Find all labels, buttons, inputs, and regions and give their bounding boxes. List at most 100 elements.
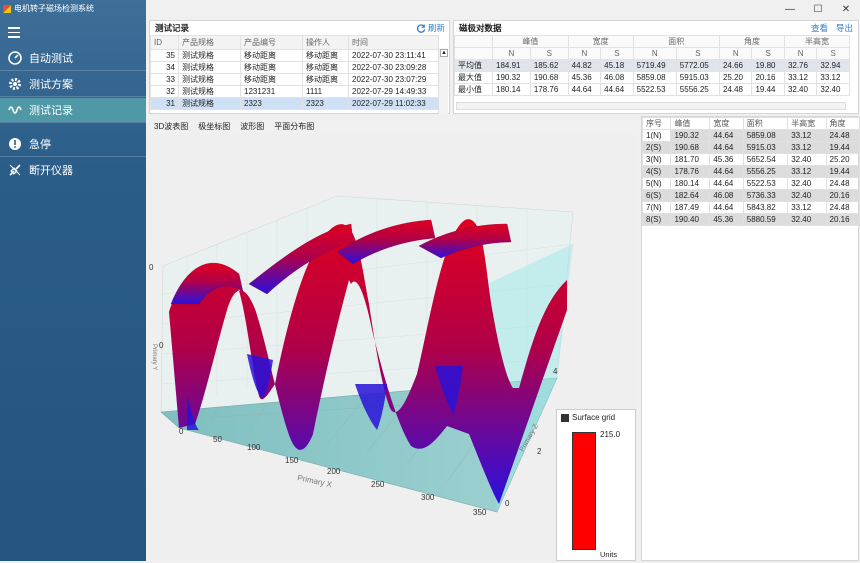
table-row[interactable]: 1(N) 190.32 44.64 5859.08 33.12 24.48 xyxy=(641,129,860,142)
table-row[interactable]: 33 测试规格 移动距离 移动距离 2022-07-30 23:07:29 xyxy=(150,73,439,86)
table-row-selected[interactable]: 31 测试规格 2323 2323 2022-07-29 11:02:33 xyxy=(150,97,439,110)
x-tick-label: 350 xyxy=(473,508,487,517)
extremes-title: 磁极对数据 xyxy=(459,23,502,33)
sidebar-item-emergency-stop[interactable]: 急停 xyxy=(0,132,146,156)
z-tick-label: 0 xyxy=(505,499,510,508)
extremes-hscrollbar[interactable] xyxy=(456,102,846,110)
sidebar-item-label: 断开仪器 xyxy=(29,165,73,177)
group-header: 面积 xyxy=(632,35,720,48)
refresh-button[interactable]: 刷新 xyxy=(416,22,449,34)
group-header: 角度 xyxy=(718,35,785,48)
table-row[interactable]: 8(S) 190.40 45.36 5880.59 32.40 20.16 xyxy=(641,213,860,226)
x-tick-label: 250 xyxy=(371,480,385,489)
x-tick-label: 300 xyxy=(421,493,435,502)
table-row[interactable]: 35 测试规格 移动距离 移动距离 2022-07-30 23:11:41 xyxy=(150,49,439,62)
table-row[interactable]: 最小值 180.14 178.76 44.64 44.64 5522.53 5556.… xyxy=(454,83,850,96)
view-button[interactable]: 查看 xyxy=(811,22,828,34)
y-tick-label: 0 xyxy=(149,263,154,272)
x-tick-label: 50 xyxy=(213,435,222,444)
legend-max-value: 215.0 xyxy=(600,430,621,439)
tab-polar[interactable]: 极坐标图 xyxy=(193,119,235,134)
records-scrollbar[interactable]: ▲ xyxy=(438,48,448,114)
table-row[interactable]: 7(N) 187.49 44.64 5843.82 33.12 24.48 xyxy=(641,201,860,214)
export-button[interactable]: 导出 xyxy=(836,22,853,34)
sidebar-item-label: 测试记录 xyxy=(29,105,73,117)
scroll-up-icon[interactable]: ▲ xyxy=(440,49,448,57)
col-header[interactable]: 半高宽 xyxy=(787,117,827,130)
table-row[interactable]: 平均值 184.91 185.62 44.82 45.18 5719.49 5772.… xyxy=(454,59,850,72)
col-header[interactable]: 峰值 xyxy=(670,117,711,130)
group-header: 峰值 xyxy=(492,35,569,48)
table-row[interactable]: 6(S) 182.64 46.08 5736.33 32.40 20.16 xyxy=(641,189,860,202)
x-tick-label: 150 xyxy=(285,456,299,465)
col-header[interactable]: 操作人 xyxy=(302,35,349,50)
app-title-text: 电机转子磁场检测系统 xyxy=(14,4,94,13)
col-header[interactable]: ID xyxy=(150,35,179,50)
subcol-header: N xyxy=(492,47,531,60)
menu-toggle-icon[interactable] xyxy=(8,27,20,41)
col-header[interactable]: 宽度 xyxy=(709,117,744,130)
refresh-icon xyxy=(416,23,426,33)
sidebar: 电机转子磁场检测系统 自动测试 测试方案 测试记录 急停 断开仪器 xyxy=(0,0,146,561)
pole-data-panel: 序号 峰值 宽度 面积 半高宽 角度 1(N) 190.32 44.64 5859.0… xyxy=(641,116,860,561)
sidebar-item-auto-test[interactable]: 自动测试 xyxy=(0,46,146,70)
legend-unit: Units xyxy=(600,550,618,559)
col-header[interactable]: 序号 xyxy=(641,117,672,130)
table-row[interactable]: 34 测试规格 移动距离 移动距离 2022-07-30 23:09:28 xyxy=(150,61,439,74)
group-header: 半高宽 xyxy=(783,35,851,48)
table-row[interactable]: 3(N) 181.70 45.36 5652.54 32.40 25.20 xyxy=(641,153,860,166)
subcol-header: N xyxy=(632,47,677,60)
col-header[interactable]: 产品编号 xyxy=(240,35,303,50)
legend-title: Surface grid xyxy=(572,413,616,422)
chart-tabs: 3D波表图 极坐标图 波形图 平面分布图 xyxy=(149,119,319,134)
subcol-header: N xyxy=(567,47,602,60)
x-tick-label: 0 xyxy=(179,427,184,436)
records-title: 测试记录 xyxy=(155,23,190,33)
refresh-label: 刷新 xyxy=(427,23,445,33)
subcol-header: S xyxy=(600,47,634,60)
sidebar-item-label: 测试方案 xyxy=(29,79,73,91)
table-row[interactable]: 4(S) 178.76 44.64 5556.25 33.12 19.44 xyxy=(641,165,860,178)
table-row[interactable]: 5(N) 180.14 44.64 5522.53 32.40 24.48 xyxy=(641,177,860,190)
table-row[interactable]: 最大值 190.32 190.68 45.36 46.08 5859.08 5915.… xyxy=(454,71,850,84)
gear-icon xyxy=(8,77,22,91)
z-tick-label: 2 xyxy=(537,447,542,456)
y-tick-label: 0 xyxy=(159,341,164,350)
records-table: ID 产品规格 产品编号 操作人 时间 35 测试规格 移动距离 移动距离 2022-0… xyxy=(150,35,439,110)
legend-checkbox-icon[interactable] xyxy=(561,413,569,422)
col-header[interactable]: 产品规格 xyxy=(178,35,241,50)
x-tick-label: 200 xyxy=(327,467,341,476)
window-controls: — ☐ ✕ xyxy=(776,2,860,16)
subcol-header: S xyxy=(529,47,569,60)
speedometer-icon xyxy=(8,51,22,65)
col-header[interactable]: 角度 xyxy=(825,117,860,130)
sidebar-item-disconnect[interactable]: 断开仪器 xyxy=(0,158,146,182)
subcol-header: S xyxy=(675,47,720,60)
col-header[interactable]: 面积 xyxy=(742,117,789,130)
sidebar-item-test-records[interactable]: 测试记录 xyxy=(0,98,146,122)
table-row[interactable]: 2(S) 190.68 44.64 5915.03 33.12 19.44 xyxy=(641,141,860,154)
alert-icon xyxy=(8,137,22,151)
test-records-panel: 测试记录 刷新 ID 产品规格 产品编号 操作人 时间 35 测试规格 移动距离 移动… xyxy=(149,20,450,114)
sidebar-item-label: 急停 xyxy=(29,139,51,151)
legend-color-bar xyxy=(572,432,596,550)
sidebar-item-test-plan[interactable]: 测试方案 xyxy=(0,72,146,96)
tab-waveform[interactable]: 波形图 xyxy=(235,119,269,134)
sidebar-item-label: 自动测试 xyxy=(29,53,73,65)
wave-icon xyxy=(8,103,22,117)
extremes-table: 峰值 宽度 面积 角度 半高宽 N S N S N S N S N S 平均值 … xyxy=(454,35,851,96)
col-header[interactable]: 时间 xyxy=(348,35,439,50)
subcol-header: N xyxy=(718,47,753,60)
tab-3d-wave[interactable]: 3D波表图 xyxy=(149,119,193,134)
subcol-header: S xyxy=(816,47,850,60)
minimize-button[interactable]: — xyxy=(776,2,804,16)
group-header: 宽度 xyxy=(567,35,634,48)
x-tick-label: 100 xyxy=(247,443,261,452)
y-axis-label: Primary Y xyxy=(151,344,157,370)
close-button[interactable]: ✕ xyxy=(832,2,860,16)
subcol-header: N xyxy=(783,47,818,60)
table-row[interactable]: 32 测试规格 1231231 1111 2022-07-29 14:49:33 xyxy=(150,85,439,98)
tab-plane-distribution[interactable]: 平面分布图 xyxy=(269,119,319,134)
maximize-button[interactable]: ☐ xyxy=(804,2,832,16)
app-logo-icon xyxy=(3,4,11,13)
